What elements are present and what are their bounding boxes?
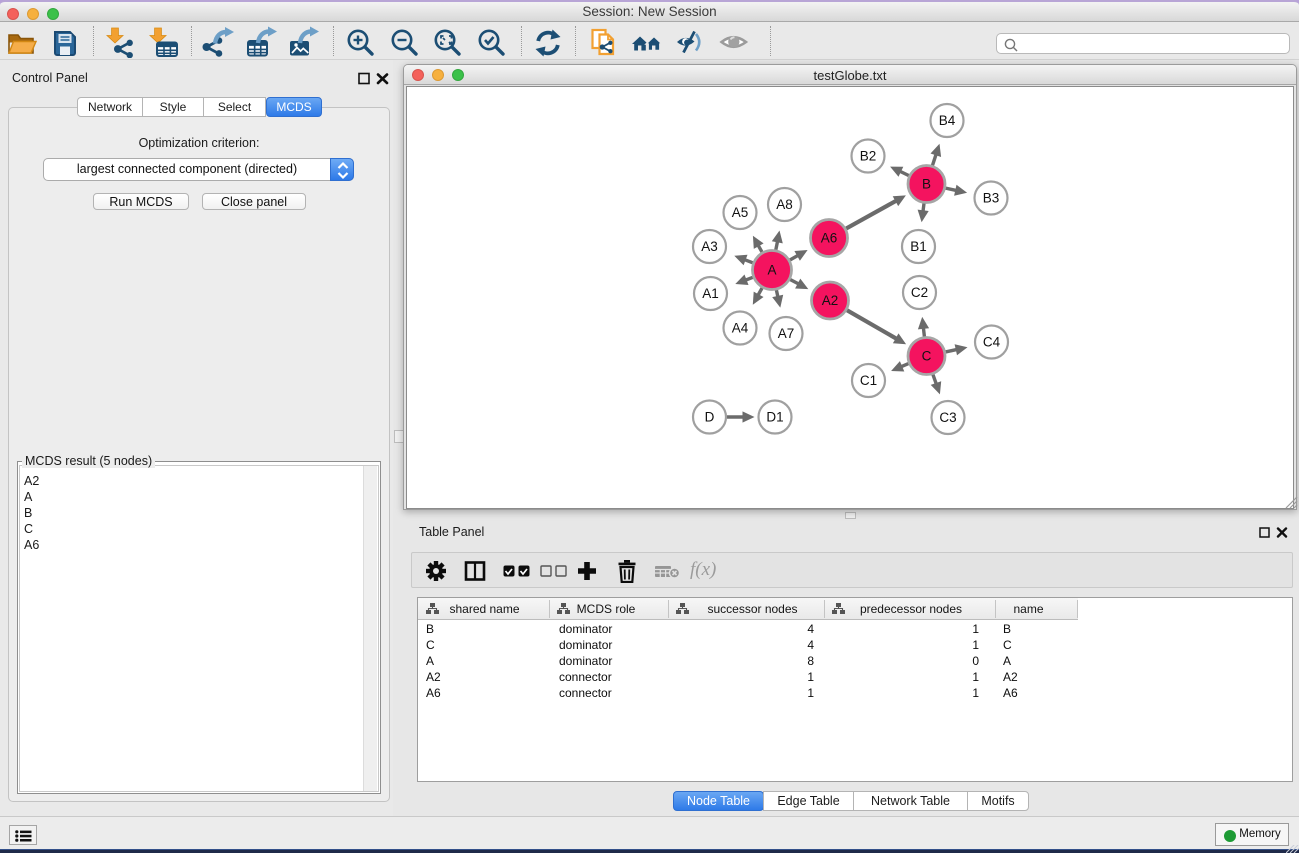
svg-text:C1: C1 <box>860 373 877 388</box>
svg-text:D1: D1 <box>766 410 783 425</box>
svg-text:A4: A4 <box>732 321 749 336</box>
svg-text:C4: C4 <box>983 335 1001 350</box>
svg-text:A: A <box>767 263 776 278</box>
svg-text:A6: A6 <box>821 231 838 246</box>
svg-text:A5: A5 <box>732 205 749 220</box>
svg-text:C3: C3 <box>939 410 956 425</box>
svg-text:A3: A3 <box>701 239 718 254</box>
svg-text:C: C <box>922 349 932 364</box>
svg-text:A8: A8 <box>776 197 793 212</box>
svg-text:B: B <box>922 177 931 192</box>
svg-text:B1: B1 <box>910 239 927 254</box>
svg-text:A2: A2 <box>822 293 839 308</box>
svg-text:C2: C2 <box>911 285 928 300</box>
svg-text:D: D <box>705 410 715 425</box>
svg-text:B4: B4 <box>939 113 956 128</box>
svg-text:A1: A1 <box>702 286 719 301</box>
svg-text:A7: A7 <box>778 326 795 341</box>
svg-text:B2: B2 <box>860 149 877 164</box>
svg-text:B3: B3 <box>983 191 1000 206</box>
